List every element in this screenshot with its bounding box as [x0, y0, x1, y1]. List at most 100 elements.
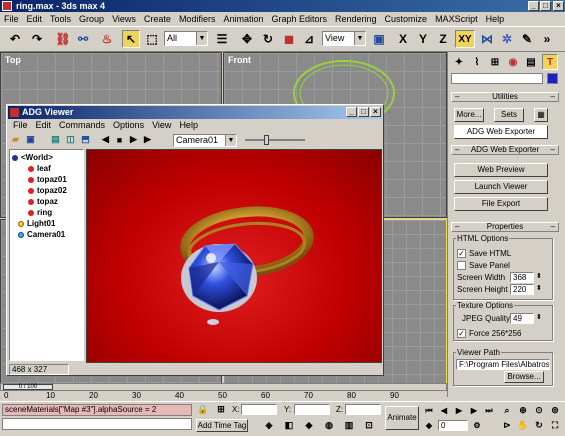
adg-menu-edit[interactable]: Edit [32, 120, 56, 132]
go-to-start-icon[interactable]: ⏮ [422, 404, 436, 417]
pivot-center-icon[interactable]: ▣ [370, 30, 388, 48]
select-object-icon[interactable]: ↖ [122, 30, 140, 48]
key-mode-icon[interactable]: ◆ [422, 419, 436, 432]
view-camera-icon[interactable]: ◫ [64, 133, 77, 146]
play-icon[interactable]: ▶ [127, 133, 140, 146]
camera-dropdown[interactable]: Camera01 ▼ [173, 134, 237, 147]
tree-item-camera01[interactable]: Camera01 [18, 230, 65, 239]
modify-tab-icon[interactable]: ⌇ [469, 54, 485, 70]
file-export-button[interactable]: File Export [454, 197, 548, 211]
bind-space-warp-icon[interactable]: ♨ [98, 30, 116, 48]
menu-views[interactable]: Views [108, 14, 140, 24]
menu-maxscript[interactable]: MAXScript [431, 14, 482, 24]
menu-customize[interactable]: Customize [381, 14, 432, 24]
adg-menu-options[interactable]: Options [109, 120, 148, 132]
adg-menu-view[interactable]: View [148, 120, 175, 132]
move-icon[interactable]: ✥ [238, 30, 256, 48]
adg-close-button[interactable]: × [370, 107, 381, 117]
schematic-view-icon[interactable]: ⊡ [362, 419, 376, 432]
arc-rotate-icon[interactable]: ↻ [532, 419, 546, 432]
jpeg-quality-input[interactable]: 49 [510, 313, 534, 324]
tree-item-leaf[interactable]: leaf [28, 164, 51, 173]
animate-button[interactable]: Animate [385, 406, 419, 430]
tree-item-world[interactable]: <World> [12, 153, 53, 162]
menu-modifiers[interactable]: Modifiers [175, 14, 220, 24]
save-html-checkbox[interactable]: ✓ [457, 249, 466, 258]
properties-rollout-header[interactable]: – Properties – [451, 222, 559, 232]
jpeg-quality-spinner-icon[interactable]: ⬍ [536, 313, 542, 323]
pan-icon[interactable]: ✋ [516, 419, 530, 432]
add-time-tag-button[interactable]: Add Time Tag [196, 419, 248, 432]
field-of-view-icon[interactable]: ⊳ [500, 419, 514, 432]
undo-icon[interactable]: ↶ [6, 30, 24, 48]
x-coord-input[interactable] [241, 404, 277, 415]
adg-menu-file[interactable]: File [9, 120, 32, 132]
configure-button-sets-icon[interactable]: ▦ [534, 108, 548, 122]
save-panel-checkbox[interactable] [457, 261, 466, 270]
object-color-swatch[interactable] [547, 73, 558, 84]
maxscript-output[interactable] [2, 418, 192, 430]
adg-time-slider-thumb[interactable] [264, 135, 269, 145]
utilities-rollout-header[interactable]: – Utilities – [451, 92, 559, 102]
next-frame-icon[interactable]: ▶ [467, 404, 481, 417]
open-folder-icon[interactable]: ▰ [9, 133, 22, 146]
utilities-tab-icon[interactable]: T [542, 54, 558, 70]
zoom-all-icon[interactable]: ⊕ [516, 404, 530, 417]
screen-height-input[interactable]: 220 [510, 284, 534, 295]
zoom-extents-all-icon[interactable]: ⊚ [548, 404, 562, 417]
tree-item-light01[interactable]: Light01 [18, 219, 55, 228]
adg-maximize-button[interactable]: □ [358, 107, 369, 117]
quick-render-icon[interactable]: ◧ [282, 419, 296, 432]
previous-frame-icon[interactable]: ◀ [437, 404, 451, 417]
selection-filter-dropdown[interactable]: All ▼ [164, 31, 208, 46]
z-coord-input[interactable] [345, 404, 381, 415]
viewer-path-input[interactable]: F:\Program Files\Albatross\AL [456, 359, 550, 370]
region-select-icon[interactable]: ⬚ [143, 30, 161, 48]
screen-width-input[interactable]: 368 [510, 272, 534, 283]
adg-menu-commands[interactable]: Commands [55, 120, 109, 132]
menu-group[interactable]: Group [75, 14, 108, 24]
lock-selection-icon[interactable]: 🔒 [196, 403, 210, 416]
maximize-viewport-icon[interactable]: ⛶ [548, 419, 562, 432]
web-preview-button[interactable]: Web Preview [454, 163, 548, 177]
stop-icon[interactable]: ■ [113, 133, 126, 146]
mirror-selected-icon[interactable]: ⋈ [478, 30, 496, 48]
axis-xy-button[interactable]: XY [455, 30, 475, 48]
launch-viewer-button[interactable]: Launch Viewer [454, 180, 548, 194]
go-to-end-icon[interactable]: ⏭ [482, 404, 496, 417]
current-frame-input[interactable]: 0 [438, 420, 468, 431]
maximize-button[interactable]: □ [540, 1, 551, 11]
menu-create[interactable]: Create [140, 14, 175, 24]
align-icon[interactable]: ✎ [518, 30, 536, 48]
tree-item-ring[interactable]: ring [28, 208, 52, 217]
rewind-icon[interactable]: ◀ [99, 133, 112, 146]
menu-tools[interactable]: Tools [46, 14, 75, 24]
close-button[interactable]: × [553, 1, 564, 11]
track-view-icon[interactable]: ▥ [342, 419, 356, 432]
maxscript-listener[interactable]: sceneMaterials["Map #3"].alphaSource = 2 [2, 404, 192, 416]
render-scene-icon[interactable]: ◈ [262, 419, 276, 432]
axis-z-button[interactable]: Z [434, 30, 452, 48]
menu-animation[interactable]: Animation [219, 14, 267, 24]
tree-item-topaz01[interactable]: topaz01 [28, 175, 67, 184]
menu-help[interactable]: Help [482, 14, 509, 24]
y-coord-input[interactable] [294, 404, 330, 415]
save-icon[interactable]: ▣ [24, 133, 37, 146]
browse-button[interactable]: Browse... [504, 371, 544, 383]
more-button[interactable]: More... [454, 108, 484, 122]
unlink-icon[interactable]: ⚯ [74, 30, 92, 48]
minimize-button[interactable]: _ [528, 1, 539, 11]
adg-menu-help[interactable]: Help [175, 120, 202, 132]
tree-item-topaz02[interactable]: topaz02 [28, 186, 67, 195]
adg-render-view[interactable] [86, 149, 382, 363]
time-slider-thumb[interactable]: 0 / 100 [3, 384, 53, 390]
sets-button[interactable]: Sets [494, 108, 524, 122]
view-object-icon[interactable]: ▤ [49, 133, 62, 146]
select-by-name-icon[interactable]: ☰ [213, 30, 231, 48]
screen-height-spinner-icon[interactable]: ⬍ [536, 284, 542, 294]
link-icon[interactable]: ⛓ [54, 30, 72, 48]
play-animation-icon[interactable]: ▶ [452, 404, 466, 417]
tree-item-topaz[interactable]: topaz [28, 197, 58, 206]
create-tab-icon[interactable]: ✦ [451, 54, 467, 70]
more-tools-icon[interactable]: » [538, 30, 556, 48]
